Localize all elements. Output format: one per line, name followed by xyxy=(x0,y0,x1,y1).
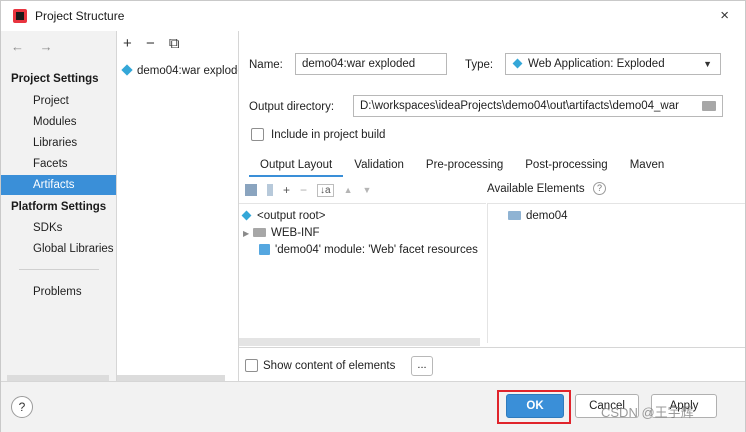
nav-divider xyxy=(19,269,99,270)
nav-back-forward-icons[interactable]: ← → xyxy=(11,39,59,54)
nav-item-artifacts[interactable]: Artifacts xyxy=(1,175,116,195)
output-root-icon xyxy=(241,210,252,221)
tree-row[interactable]: demo04 xyxy=(508,208,568,224)
copy-artifact-icon[interactable]: ⧉ xyxy=(169,35,180,52)
tree-row-label: 'demo04' module: 'Web' facet resources xyxy=(275,244,478,256)
tab-output-layout[interactable]: Output Layout xyxy=(249,155,344,177)
folder-icon xyxy=(253,228,266,238)
available-elements-tree: demo04 xyxy=(487,203,745,343)
help-button[interactable]: ? xyxy=(11,396,33,418)
type-label: Type: xyxy=(465,59,494,71)
help-icon[interactable]: ? xyxy=(593,182,606,195)
output-directory-label: Output directory: xyxy=(249,101,335,113)
artifact-item[interactable]: demo04:war exploded xyxy=(117,61,238,81)
nav-item-global-libraries[interactable]: Global Libraries xyxy=(1,239,116,259)
tree-row-label: <output root> xyxy=(257,210,326,222)
expand-caret-icon[interactable]: ▶ xyxy=(243,226,253,242)
nav-item-project[interactable]: Project xyxy=(1,91,116,111)
add-artifact-icon[interactable]: + xyxy=(123,35,132,52)
title-bar: Project Structure × xyxy=(1,1,745,31)
include-in-build-checkbox[interactable] xyxy=(251,128,264,141)
tree-row-label: demo04 xyxy=(526,210,568,222)
module-folder-icon xyxy=(508,211,521,221)
nav-item-problems[interactable]: Problems xyxy=(1,282,116,302)
intellij-app-icon xyxy=(13,9,27,23)
create-archive-icon[interactable] xyxy=(267,184,273,196)
layout-toolbar: + − ↓a ▲ ▼ xyxy=(245,181,371,199)
ok-button[interactable]: OK xyxy=(506,394,564,418)
artifact-detail-pane: Name: demo04:war exploded Type: Web Appl… xyxy=(239,31,745,381)
project-settings-header: Project Settings xyxy=(11,73,99,85)
layout-options-bar: Show content of elements ... xyxy=(239,347,745,381)
project-structure-dialog: Project Structure × ← → Project Settings… xyxy=(0,0,746,432)
name-label: Name: xyxy=(249,59,283,71)
remove-artifact-icon[interactable]: − xyxy=(146,35,155,52)
artifacts-list-panel: + − ⧉ demo04:war exploded xyxy=(117,31,239,381)
window-title: Project Structure xyxy=(35,9,125,23)
nav-item-modules[interactable]: Modules xyxy=(1,112,116,132)
ellipsis-button[interactable]: ... xyxy=(411,356,433,376)
name-field[interactable]: demo04:war exploded xyxy=(295,53,447,75)
artifacts-toolbar: + − ⧉ xyxy=(123,35,190,52)
available-elements-label: Available Elements xyxy=(487,183,585,195)
web-facet-icon xyxy=(259,244,270,256)
tree-row[interactable]: ▶ WEB-INF xyxy=(243,225,320,241)
web-artifact-icon xyxy=(512,58,523,69)
sort-elements-icon[interactable]: ↓a xyxy=(317,183,334,197)
chevron-down-icon: ▼ xyxy=(703,59,712,69)
watermark-text: CSDN @王宇辉 xyxy=(601,405,694,420)
settings-nav: ← → Project Settings Project Modules Lib… xyxy=(1,31,117,381)
type-select[interactable]: Web Application: Exploded ▼ xyxy=(505,53,721,75)
output-directory-field[interactable]: D:\workspaces\ideaProjects\demo04\out\ar… xyxy=(353,95,723,117)
tab-validation[interactable]: Validation xyxy=(343,155,415,177)
artifact-tabs: Output Layout Validation Pre-processing … xyxy=(249,155,675,177)
artifact-item-label: demo04:war exploded xyxy=(137,65,238,77)
show-content-checkbox[interactable] xyxy=(245,359,258,372)
create-directory-icon[interactable] xyxy=(245,184,257,196)
move-down-icon[interactable]: ▼ xyxy=(363,185,372,195)
output-layout-tree: <output root> ▶ WEB-INF 'demo04' module: … xyxy=(239,203,486,346)
close-icon[interactable]: × xyxy=(720,7,729,24)
move-up-icon[interactable]: ▲ xyxy=(344,185,353,195)
browse-folder-icon[interactable] xyxy=(702,101,716,111)
nav-item-sdks[interactable]: SDKs xyxy=(1,218,116,238)
dialog-footer: ? OK Cancel Apply CSDN @王宇辉 xyxy=(1,381,745,432)
web-artifact-icon xyxy=(121,64,133,76)
nav-item-facets[interactable]: Facets xyxy=(1,154,116,174)
include-in-build-label: Include in project build xyxy=(271,129,386,141)
tree-row[interactable]: <output root> xyxy=(241,208,326,224)
tab-maven[interactable]: Maven xyxy=(619,155,676,177)
tab-pre-processing[interactable]: Pre-processing xyxy=(415,155,514,177)
output-directory-value: D:\workspaces\ideaProjects\demo04\out\ar… xyxy=(360,100,679,112)
remove-element-icon[interactable]: − xyxy=(300,183,307,197)
platform-settings-header: Platform Settings xyxy=(11,201,107,213)
show-content-label: Show content of elements xyxy=(263,360,396,372)
tree-row[interactable]: 'demo04' module: 'Web' facet resources xyxy=(259,242,478,258)
tree-row-label: WEB-INF xyxy=(271,227,320,239)
nav-item-libraries[interactable]: Libraries xyxy=(1,133,116,153)
type-select-value: Web Application: Exploded xyxy=(528,58,665,70)
tab-post-processing[interactable]: Post-processing xyxy=(514,155,618,177)
add-element-icon[interactable]: + xyxy=(283,183,290,197)
tree-horizontal-scrollbar[interactable] xyxy=(239,338,480,346)
